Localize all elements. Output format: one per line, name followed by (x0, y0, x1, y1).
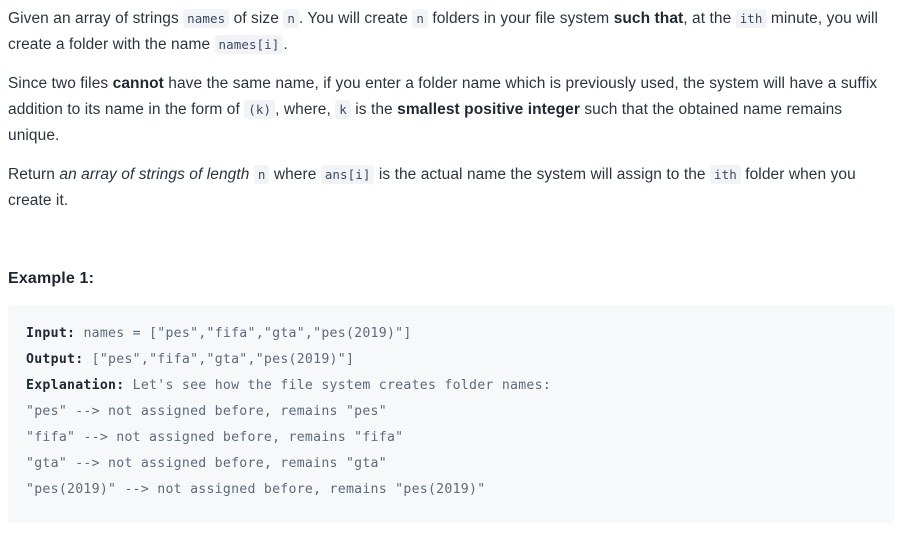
example-code-text: Input: names = ["pes","fifa","gta","pes(… (26, 321, 876, 503)
code-line-text: "pes(2019)" --> not assigned before, rem… (26, 482, 486, 497)
emphasis-bold: smallest positive integer (397, 101, 580, 118)
problem-paragraph-2: Since two files cannot have the same nam… (8, 58, 897, 149)
emphasis-italic: an array of strings of length (59, 166, 250, 183)
inline-code: n (412, 9, 428, 28)
inline-code: k (335, 100, 351, 119)
inline-code: ans[i] (320, 165, 375, 184)
inline-code: names (183, 9, 230, 28)
example-heading: Example 1: (8, 270, 95, 287)
code-line-label: Output: (26, 352, 84, 367)
text-run: . You will create (298, 10, 413, 27)
example-code-block: Input: names = ["pes","fifa","gta","pes(… (8, 305, 894, 523)
inline-code: n (253, 165, 270, 184)
text-run: , at the (683, 10, 736, 27)
text-run: Return (8, 166, 60, 183)
code-line-text: Let's see how the file system creates fo… (124, 378, 552, 393)
problem-description-page: Given an array of strings names of size … (0, 0, 905, 542)
text-run: of size (229, 10, 284, 27)
problem-paragraph-1: Given an array of strings names of size … (8, 0, 897, 58)
text-run: Given an array of strings (8, 10, 184, 27)
code-line-text: "fifa" --> not assigned before, remains … (26, 430, 404, 445)
inline-code: n (283, 9, 299, 28)
inline-code: ith (710, 165, 741, 184)
text-run: . (283, 36, 288, 53)
inline-code: (k) (244, 100, 276, 119)
inline-code: names[i] (214, 35, 284, 54)
text-run: Since two files (8, 75, 113, 92)
emphasis-bold: cannot (112, 75, 164, 92)
text-run: is the actual name the system will assig… (374, 166, 711, 183)
code-line-text: ["pes","fifa","gta","pes(2019)"] (83, 352, 355, 367)
code-line-label: Input: (26, 326, 76, 341)
emphasis-bold: such that (613, 10, 684, 27)
problem-paragraph-3: Return an array of strings of length n w… (8, 149, 897, 214)
code-line-label: Explanation: (26, 378, 125, 393)
code-line-text: names = ["pes","fifa","gta","pes(2019)"] (75, 326, 412, 341)
text-run: , where, (275, 101, 336, 118)
text-run: is the (350, 101, 398, 118)
code-line-text: "gta" --> not assigned before, remains "… (26, 456, 387, 471)
inline-code: ith (735, 9, 767, 28)
text-run: folders in your file system (427, 10, 614, 27)
code-line-text: "pes" --> not assigned before, remains "… (26, 404, 387, 419)
text-run: where (269, 166, 321, 183)
